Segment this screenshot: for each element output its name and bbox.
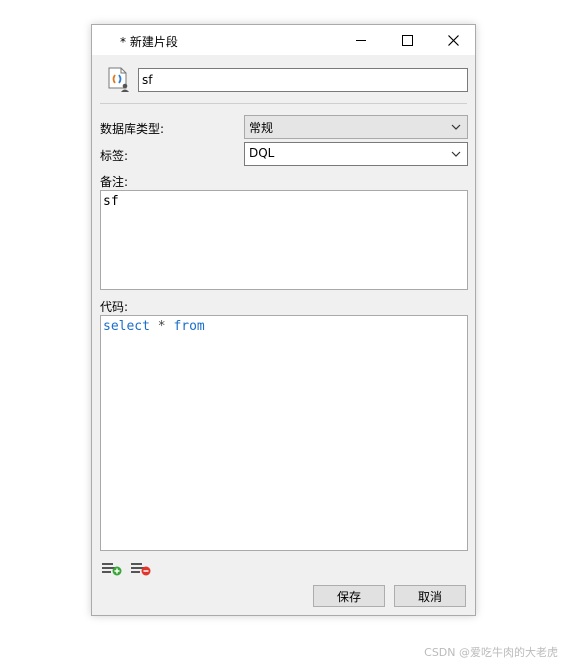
save-button[interactable]: 保存	[313, 585, 385, 607]
watermark: CSDN @爱吃牛肉的大老虎	[424, 646, 558, 659]
cancel-button[interactable]: 取消	[394, 585, 466, 607]
snippet-icon	[108, 67, 129, 92]
code-keyword-select: select	[103, 319, 150, 334]
tag-value: DQL	[249, 146, 275, 160]
window-title: * 新建片段	[120, 35, 178, 49]
minimize-icon	[356, 39, 366, 41]
code-operator: *	[149, 319, 174, 334]
code-label: 代码:	[100, 300, 129, 314]
note-text: sf	[103, 194, 119, 209]
header-separator	[100, 103, 467, 104]
minimize-button[interactable]	[338, 25, 384, 55]
tag-label: 标签:	[100, 149, 129, 163]
maximize-button[interactable]	[384, 25, 430, 55]
new-snippet-dialog: * 新建片段 数据库类型: 常规 标签: DQL	[91, 24, 476, 616]
db-type-select[interactable]: 常规	[244, 115, 468, 139]
note-label: 备注:	[100, 175, 129, 189]
add-param-icon[interactable]	[101, 560, 123, 576]
close-icon	[447, 34, 459, 46]
code-keyword-from: from	[173, 319, 205, 334]
tag-select[interactable]: DQL	[244, 142, 468, 166]
snippet-name-input[interactable]	[138, 68, 468, 92]
chevron-down-icon	[451, 151, 461, 157]
close-button[interactable]	[430, 25, 476, 55]
title-bar[interactable]: * 新建片段	[92, 25, 475, 55]
chevron-down-icon	[451, 124, 461, 130]
remove-param-icon[interactable]	[130, 560, 152, 576]
note-textarea[interactable]: sf	[100, 190, 468, 290]
code-editor[interactable]: select * from	[100, 315, 468, 551]
db-type-label: 数据库类型:	[100, 122, 165, 136]
maximize-icon	[401, 34, 413, 46]
db-type-value: 常规	[249, 121, 274, 135]
